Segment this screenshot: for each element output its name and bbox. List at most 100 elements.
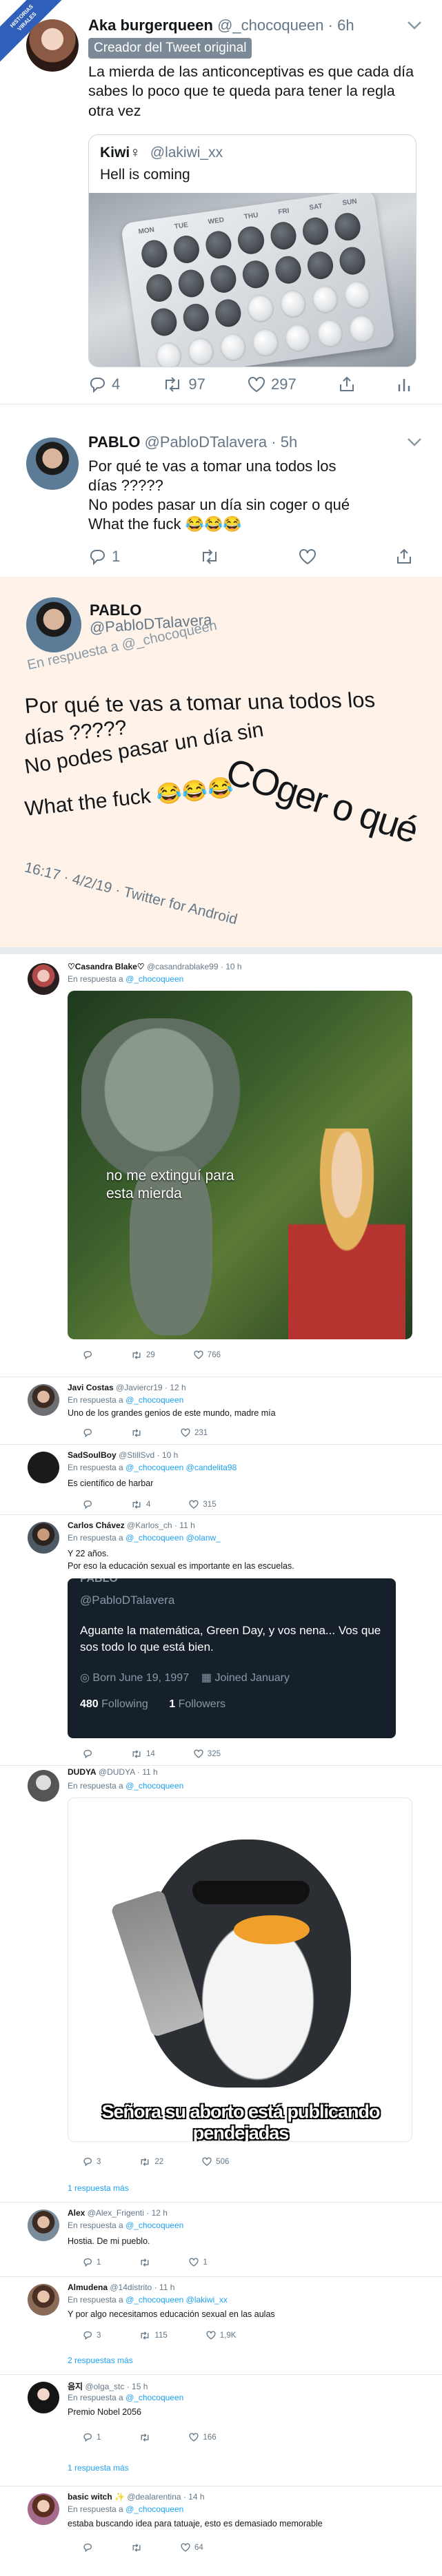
avatar[interactable]: [28, 2209, 59, 2241]
author-name[interactable]: PABLO: [88, 433, 140, 451]
like-action[interactable]: 766: [194, 1350, 221, 1359]
author-name[interactable]: Almudena: [68, 2283, 108, 2292]
retweet-action[interactable]: 4: [131, 1501, 150, 1509]
reply-action[interactable]: 4: [88, 375, 120, 393]
reply-action[interactable]: 1: [83, 2258, 101, 2267]
reply-action[interactable]: [83, 1749, 92, 1758]
tweet-time[interactable]: 11 h: [142, 1767, 157, 1777]
tweet-time[interactable]: 12 h: [152, 2208, 168, 2218]
retweet-action[interactable]: [139, 2258, 150, 2267]
author-handle[interactable]: @StillSvd: [119, 1450, 154, 1460]
like-action[interactable]: 297: [248, 375, 297, 393]
author-handle[interactable]: @PabloDTalavera: [145, 433, 268, 451]
author-handle[interactable]: @Karlos_ch: [127, 1521, 172, 1530]
author-handle[interactable]: @Alex_Frigenti: [88, 2208, 144, 2218]
profile-card-image[interactable]: PABLO @PabloDTalavera Aguante la matemát…: [68, 1578, 396, 1738]
reply-action[interactable]: 1: [88, 548, 120, 566]
reply-action[interactable]: 3: [83, 2331, 101, 2340]
tweet-time[interactable]: 12 h: [170, 1383, 185, 1392]
more-replies-link[interactable]: 1 respuesta más: [68, 2183, 129, 2193]
like-action[interactable]: 166: [189, 2433, 217, 2442]
reply-action[interactable]: [83, 1500, 92, 1509]
retweet-action[interactable]: [131, 2543, 142, 2552]
reply-mention[interactable]: @_chocoqueen @lakiwi_xx: [125, 2295, 228, 2305]
more-replies-link[interactable]: 2 respuestas más: [68, 2356, 133, 2365]
tweet-time[interactable]: 10 h: [225, 962, 241, 971]
author-name[interactable]: Aka burgerqueen: [88, 17, 213, 34]
reply-mention[interactable]: @_chocoqueen: [125, 2504, 183, 2514]
avatar[interactable]: [28, 1770, 59, 1802]
retweet-action[interactable]: [131, 1428, 142, 1437]
tweet-time[interactable]: 10 h: [162, 1450, 178, 1460]
tweet-time[interactable]: 11 h: [179, 1521, 194, 1530]
tweet-time[interactable]: 15 h: [132, 2382, 148, 2391]
like-action[interactable]: 315: [189, 1500, 217, 1509]
tweet-time[interactable]: 14 h: [188, 2492, 204, 2502]
avatar[interactable]: [28, 1452, 59, 1483]
analytics-action[interactable]: [397, 376, 412, 393]
author-handle[interactable]: @14distrito: [110, 2283, 152, 2292]
retweet-action[interactable]: 115: [139, 2331, 168, 2340]
share-action[interactable]: [396, 548, 412, 565]
author-handle[interactable]: @_chocoqueen: [217, 17, 323, 34]
reply-mention[interactable]: @_chocoqueen: [125, 2220, 183, 2230]
author-name[interactable]: DUDYA: [68, 1767, 97, 1777]
reply-mention[interactable]: @_chocoqueen: [125, 1781, 183, 1791]
author-handle[interactable]: @DUDYA: [99, 1767, 135, 1777]
share-action[interactable]: [339, 376, 355, 393]
like-action[interactable]: 231: [181, 1428, 208, 1437]
reply-action[interactable]: [83, 1428, 92, 1437]
empty-pill-slot: [209, 263, 239, 295]
like-action[interactable]: [299, 548, 317, 565]
retweet-action[interactable]: [139, 2433, 150, 2442]
author-handle[interactable]: @Javiercr19: [116, 1383, 163, 1392]
like-action[interactable]: 64: [181, 2543, 203, 2552]
chevron-down-icon[interactable]: [407, 437, 422, 447]
retweet-action[interactable]: 22: [139, 2158, 163, 2166]
retweet-action[interactable]: 14: [131, 1750, 155, 1758]
reply-action[interactable]: 3: [83, 2157, 101, 2166]
retweet-action[interactable]: 29: [131, 1351, 155, 1359]
like-action[interactable]: 325: [194, 1749, 221, 1758]
author-name[interactable]: 음지: [68, 2382, 83, 2391]
meme-image[interactable]: no me extinguí para esta mierda: [68, 991, 412, 1339]
tweet-time[interactable]: 5h: [281, 433, 297, 451]
like-action[interactable]: 1,9K: [206, 2331, 236, 2340]
reply-mention[interactable]: @_chocoqueen: [125, 1395, 183, 1405]
avatar[interactable]: [28, 1384, 59, 1416]
retweet-action[interactable]: 97: [162, 375, 205, 393]
avatar[interactable]: [28, 1522, 59, 1554]
author-name[interactable]: ♡Casandra Blake♡: [68, 962, 145, 971]
reply-label: En respuesta a: [68, 2295, 123, 2305]
reply-action[interactable]: [83, 2543, 92, 2552]
author-handle[interactable]: @olga_stc: [85, 2382, 124, 2391]
more-replies-link[interactable]: 1 respuesta más: [68, 2463, 129, 2473]
reply-mention[interactable]: @_chocoqueen: [125, 974, 183, 984]
reply-mention[interactable]: @_chocoqueen @candelita98: [125, 1463, 237, 1472]
avatar[interactable]: [26, 437, 79, 490]
reply-mention[interactable]: @_chocoqueen @olanw_: [125, 1533, 221, 1543]
author-handle[interactable]: @casandrablake99: [147, 962, 219, 971]
reply-action[interactable]: [83, 1350, 92, 1359]
reply-action[interactable]: 1: [83, 2433, 101, 2442]
like-action[interactable]: 1: [189, 2258, 208, 2267]
tweet-time[interactable]: 6h: [337, 17, 354, 34]
tweet-time[interactable]: 11 h: [159, 2283, 174, 2292]
author-name[interactable]: SadSoulBoy: [68, 1450, 117, 1460]
avatar[interactable]: [28, 2493, 59, 2525]
avatar[interactable]: [26, 19, 79, 72]
reply-mention[interactable]: @_chocoqueen: [125, 2393, 183, 2402]
author-name[interactable]: basic witch: [68, 2492, 112, 2502]
chevron-down-icon[interactable]: [407, 21, 422, 30]
author-handle[interactable]: @dealarentina: [127, 2492, 181, 2502]
author-name[interactable]: Carlos Chávez: [68, 1521, 125, 1530]
author-name[interactable]: Javi Costas: [68, 1383, 114, 1392]
avatar[interactable]: [28, 2284, 59, 2316]
avatar[interactable]: [28, 2382, 59, 2413]
meme-image[interactable]: Señora su aborto está publicando pendeja…: [68, 1797, 412, 2142]
quoted-tweet[interactable]: Kiwi♀ @lakiwi_xx Hell is coming MON TUE WE…: [88, 134, 416, 367]
like-action[interactable]: 506: [202, 2157, 229, 2166]
retweet-action[interactable]: [199, 549, 220, 564]
author-name[interactable]: Alex: [68, 2208, 85, 2218]
avatar[interactable]: [28, 963, 59, 995]
